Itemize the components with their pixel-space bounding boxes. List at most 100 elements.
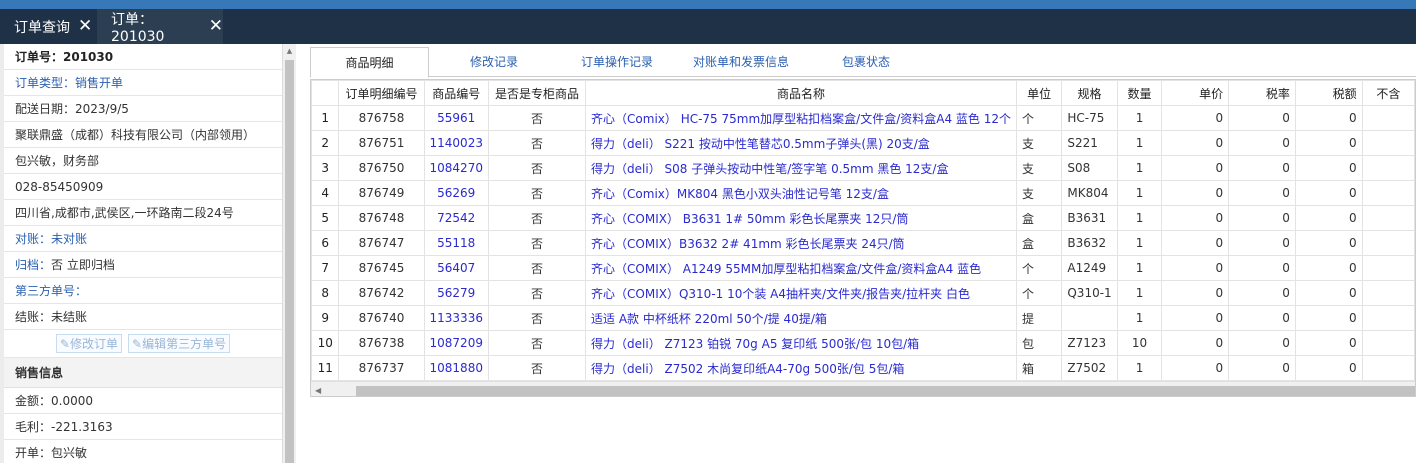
unit-price-cell: 0	[1161, 180, 1230, 206]
tab-order-query[interactable]: 订单查询 ✕	[0, 9, 97, 44]
tab-product-details[interactable]: 商品明细	[310, 47, 429, 78]
table-row[interactable]: 7 876745 56407 否齐心（COMIX） A1249 55MM加厚型粘扣档案…	[311, 255, 1415, 281]
col-qty-header[interactable]: 数量	[1116, 80, 1163, 106]
scrollbar-thumb[interactable]	[356, 386, 1415, 396]
quantity-cell: 1	[1116, 155, 1163, 181]
product-id-cell[interactable]: 1087209	[423, 330, 489, 356]
product-id-cell[interactable]: 1133336	[423, 305, 489, 331]
product-id-cell[interactable]: 1084270	[423, 155, 489, 181]
reconcile-value[interactable]: 未对账	[51, 232, 87, 246]
tab-package-status[interactable]: 包裹状态	[807, 47, 925, 77]
scroll-up-icon[interactable]: ▲	[283, 44, 296, 58]
left-scrollbar[interactable]: ▲	[283, 44, 296, 463]
horizontal-scrollbar[interactable]: ◀	[311, 381, 1415, 396]
detail-id-cell: 876750	[338, 155, 425, 181]
tab-change-log[interactable]: 修改记录	[429, 47, 559, 77]
quantity-cell: 1	[1116, 105, 1163, 131]
tax-amount-cell: 0	[1294, 330, 1363, 356]
reconcile-label: 对账：	[15, 232, 52, 246]
table-row[interactable]: 5 876748 72542 否齐心（COMIX） B3631 1# 50mm 彩色长…	[311, 205, 1415, 231]
product-name-cell[interactable]: 得力（deli） S221 按动中性笔替芯0.5mm子弹头(黑) 20支/盒	[585, 130, 1017, 156]
unit-cell: 包	[1015, 330, 1063, 356]
unit-cell: 个	[1015, 255, 1063, 281]
counter-flag-cell: 否	[487, 355, 587, 381]
creator: 开单：包兴敏	[4, 440, 282, 463]
tax-rate-cell: 0	[1228, 180, 1296, 206]
row-index-cell: 9	[311, 305, 340, 331]
gross-profit: 毛利：-221.3163	[4, 414, 282, 440]
scrollbar-thumb[interactable]	[285, 60, 294, 463]
table-row[interactable]: 11 876737 1081880 否得力（deli） Z7502 木尚复印纸A4-7…	[311, 355, 1415, 381]
edit-third-party-button[interactable]: ✎编辑第三方单号	[128, 334, 231, 353]
col-index-header[interactable]	[311, 80, 340, 106]
product-id-cell[interactable]: 55118	[423, 230, 489, 256]
counter-flag-cell: 否	[487, 230, 587, 256]
archive-value[interactable]: 否 立即归档	[51, 258, 115, 272]
col-counter-flag-header[interactable]: 是否是专柜商品	[487, 80, 587, 106]
close-icon[interactable]: ✕	[209, 18, 223, 35]
edit-order-button[interactable]: ✎修改订单	[55, 334, 122, 353]
table-row[interactable]: 1 876758 55961 否齐心（Comix） HC-75 75mm加厚型粘扣档案…	[311, 105, 1415, 131]
product-id-cell[interactable]: 1081880	[423, 355, 489, 381]
table-row[interactable]: 6 876747 55118 否齐心（COMIX）B3632 2# 41mm 彩色长尾…	[311, 230, 1415, 256]
tab-label: 订单：201030	[111, 11, 165, 45]
product-name-cell[interactable]: 得力（deli） Z7123 铂锐 70g A5 复印纸 500张/包 10包/…	[585, 330, 1017, 356]
col-product-id-header[interactable]: 商品编号	[423, 80, 489, 106]
col-price-header[interactable]: 单价	[1161, 80, 1230, 106]
tab-order-operation-log[interactable]: 订单操作记录	[559, 47, 675, 77]
product-name-cell[interactable]: 得力（deli） S08 子弹头按动中性笔/签字笔 0.5mm 黑色 12支/盒	[585, 155, 1017, 181]
product-id-cell[interactable]: 56279	[423, 280, 489, 306]
product-id-cell[interactable]: 55961	[423, 105, 489, 131]
product-name-cell[interactable]: 齐心（COMIX） A1249 55MM加厚型粘扣档案盒/文件盒/资料盒A4 蓝…	[585, 255, 1017, 281]
table-row[interactable]: 2 876751 1140023 否得力（deli） S221 按动中性笔替芯0.5m…	[311, 130, 1415, 156]
order-type-row: 订单类型：销售开单	[4, 70, 282, 96]
table-row[interactable]: 3 876750 1084270 否得力（deli） S08 子弹头按动中性笔/签字笔…	[311, 155, 1415, 181]
spec-cell: B3632	[1061, 230, 1118, 256]
product-id-cell[interactable]: 56269	[423, 180, 489, 206]
product-name-cell[interactable]: 适适 A款 中杯纸杯 220ml 50个/提 40提/箱	[585, 305, 1017, 331]
col-detail-id-header[interactable]: 订单明细编号	[338, 80, 425, 106]
row-index-cell: 11	[311, 355, 340, 381]
product-name-cell[interactable]: 齐心（Comix） HC-75 75mm加厚型粘扣档案盒/文件盒/资料盒A4 蓝…	[585, 105, 1017, 131]
table-row[interactable]: 8 876742 56279 否齐心（COMIX）Q310-1 10个装 A4抽杆夹/…	[311, 280, 1415, 306]
product-name-cell[interactable]: 齐心（Comix）MK804 黑色小双头油性记号笔 12支/盒	[585, 180, 1017, 206]
unit-cell: 支	[1015, 180, 1063, 206]
sales-info-header: 销售信息	[4, 358, 282, 388]
spec-cell: Z7502	[1061, 355, 1118, 381]
company-name: 聚联鼎盛（成都）科技有限公司（内部领用）	[4, 122, 282, 148]
col-tax-header[interactable]: 税额	[1294, 80, 1363, 106]
product-name-cell[interactable]: 齐心（COMIX）B3632 2# 41mm 彩色长尾票夹 24只/筒	[585, 230, 1017, 256]
product-name-cell[interactable]: 齐心（COMIX） B3631 1# 50mm 彩色长尾票夹 12只/筒	[585, 205, 1017, 231]
row-index-cell: 1	[311, 105, 340, 131]
tax-amount-cell: 0	[1294, 155, 1363, 181]
col-spec-header[interactable]: 规格	[1061, 80, 1118, 106]
product-id-cell[interactable]: 56407	[423, 255, 489, 281]
reconcile-row: 对账：未对账	[4, 226, 282, 252]
col-tax-rate-header[interactable]: 税率	[1228, 80, 1296, 106]
product-name-cell[interactable]: 得力（deli） Z7502 木尚复印纸A4-70g 500张/包 5包/箱	[585, 355, 1017, 381]
excl-tax-cell	[1361, 205, 1415, 231]
table-row[interactable]: 10 876738 1087209 否得力（deli） Z7123 铂锐 70g A5…	[311, 330, 1415, 356]
quantity-cell: 1	[1116, 230, 1163, 256]
quantity-cell: 1	[1116, 130, 1163, 156]
order-type-label: 订单类型：	[15, 76, 76, 90]
close-icon[interactable]: ✕	[78, 18, 92, 35]
table-row[interactable]: 4 876749 56269 否齐心（Comix）MK804 黑色小双头油性记号笔 1…	[311, 180, 1415, 206]
col-unit-header[interactable]: 单位	[1015, 80, 1063, 106]
row-index-cell: 6	[311, 230, 340, 256]
product-id-cell[interactable]: 72542	[423, 205, 489, 231]
scroll-left-icon[interactable]: ◀	[315, 382, 321, 396]
unit-price-cell: 0	[1161, 305, 1230, 331]
row-index-cell: 3	[311, 155, 340, 181]
product-id-cell[interactable]: 1140023	[423, 130, 489, 156]
table-row[interactable]: 9 876740 1133336 否适适 A款 中杯纸杯 220ml 50个/提 40…	[311, 305, 1415, 331]
tab-order-detail[interactable]: 订单：201030 ✕	[97, 9, 223, 45]
tab-statement-invoice[interactable]: 对账单和发票信息	[675, 47, 807, 77]
tax-rate-cell: 0	[1228, 255, 1296, 281]
tax-amount-cell: 0	[1294, 355, 1363, 381]
col-excl-tax-header[interactable]: 不含	[1361, 80, 1415, 106]
order-type-value[interactable]: 销售开单	[75, 76, 123, 90]
tax-rate-cell: 0	[1228, 130, 1296, 156]
product-name-cell[interactable]: 齐心（COMIX）Q310-1 10个装 A4抽杆夹/文件夹/报告夹/拉杆夹 白…	[585, 280, 1017, 306]
col-product-name-header[interactable]: 商品名称	[585, 80, 1017, 106]
